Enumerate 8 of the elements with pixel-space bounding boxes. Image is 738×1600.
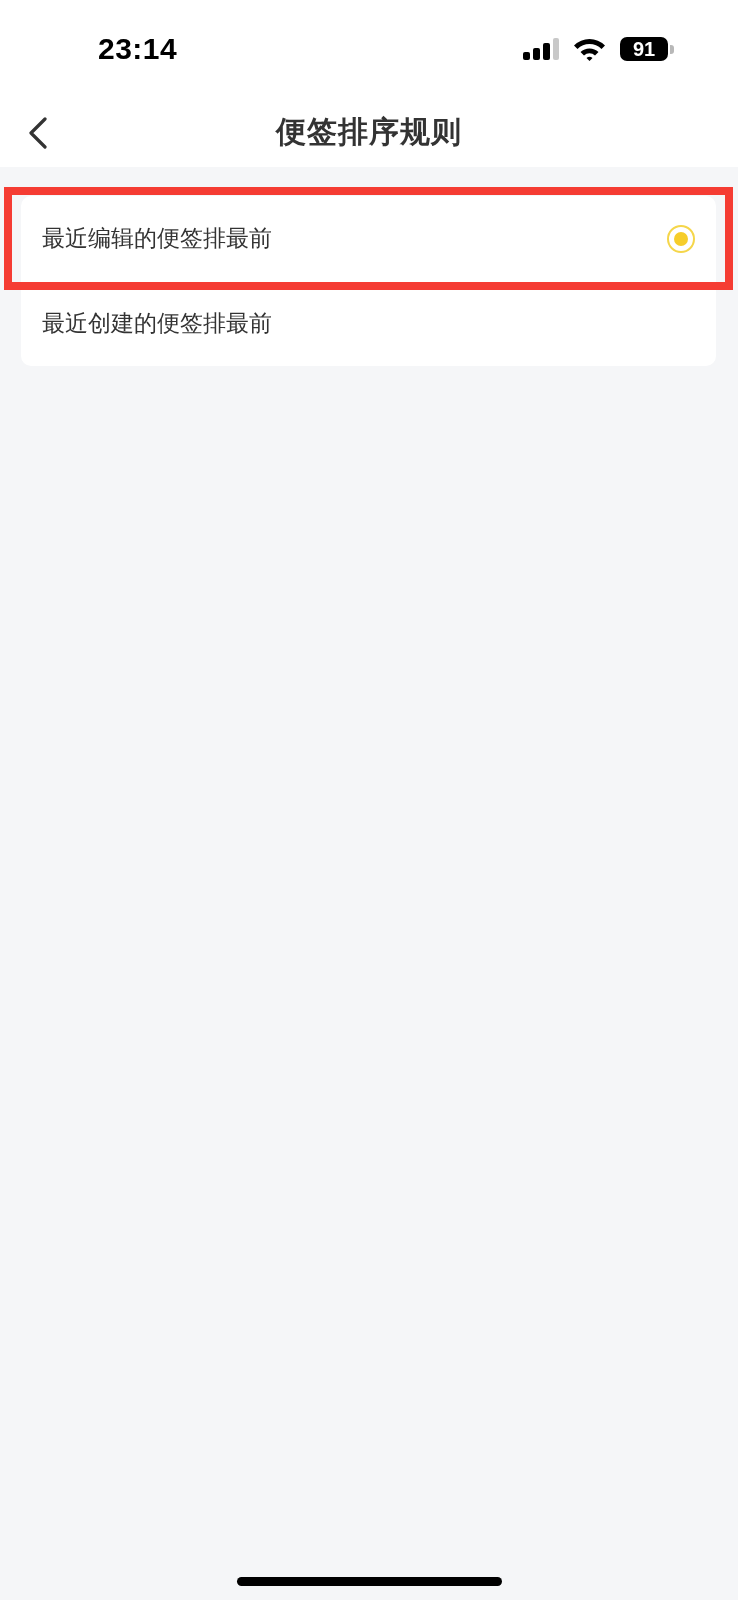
signal-icon <box>523 38 559 60</box>
status-time: 23:14 <box>98 32 178 66</box>
sort-option[interactable]: 最近编辑的便签排最前 <box>21 196 716 281</box>
wifi-icon <box>573 37 606 61</box>
sort-option[interactable]: 最近创建的便签排最前 <box>21 281 716 366</box>
back-icon <box>28 116 48 149</box>
page-title: 便签排序规则 <box>276 113 462 151</box>
battery-indicator: 91 <box>620 37 674 61</box>
